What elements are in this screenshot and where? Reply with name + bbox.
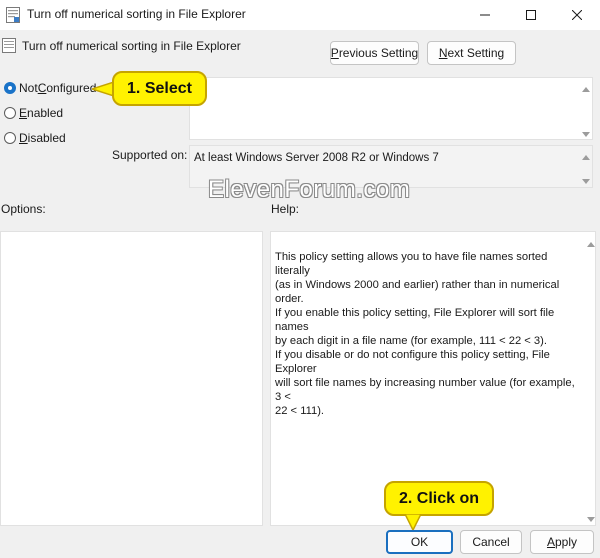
radio-not-configured[interactable]: Not Configured (4, 80, 96, 96)
apply-mnemonic: A (546, 535, 555, 549)
previous-setting-mnemonic: P (330, 46, 339, 60)
scroll-up-arrow-icon[interactable] (582, 151, 590, 163)
ok-button[interactable]: OK (386, 530, 453, 554)
maximize-button[interactable] (508, 0, 554, 30)
disabled-label: isabled (27, 131, 66, 145)
help-line: 22 < 111). (275, 405, 325, 417)
policy-setting-icon (2, 38, 16, 53)
radio-disabled[interactable]: Disabled (4, 130, 66, 146)
supported-on-label: Supported on: (112, 148, 188, 162)
help-section-label: Help: (271, 202, 300, 216)
enabled-label: nabled (27, 106, 64, 120)
minimize-icon (480, 14, 490, 16)
disabled-mnemonic: D (19, 131, 28, 145)
policy-app-icon (6, 7, 20, 23)
close-button[interactable] (554, 0, 600, 30)
help-line: If you enable this policy setting, File … (275, 307, 555, 333)
enabled-mnemonic: E (19, 106, 28, 120)
help-line: If you disable or do not configure this … (275, 349, 550, 375)
scroll-down-arrow-icon[interactable] (582, 129, 590, 141)
radio-unselected-indicator (4, 107, 16, 119)
next-setting-button[interactable]: Next Setting (427, 41, 516, 65)
radio-unselected-indicator (4, 132, 16, 144)
previous-setting-button[interactable]: Previous Setting (330, 41, 419, 65)
not-configured-label: onfigured (46, 81, 97, 95)
apply-label: pply (555, 535, 578, 549)
help-text: This policy setting allows you to have f… (275, 250, 583, 418)
next-setting-label: ext Setting (447, 46, 505, 60)
radio-selected-indicator (4, 82, 16, 94)
previous-setting-label: revious Setting (338, 46, 419, 60)
options-panel (0, 231, 263, 526)
help-line: This policy setting allows you to have f… (275, 251, 548, 277)
callout-click-on: 2. Click on (384, 481, 494, 516)
options-section-label: Options: (1, 202, 46, 216)
window-title: Turn off numerical sorting in File Explo… (27, 7, 246, 21)
callout-pointer (89, 80, 115, 99)
help-line: will sort file names by increasing numbe… (275, 377, 575, 403)
callout-select: 1. Select (112, 71, 207, 106)
radio-enabled[interactable]: Enabled (4, 105, 63, 121)
help-line: by each digit in a file name (for exampl… (275, 335, 547, 347)
apply-button[interactable]: Apply (530, 530, 594, 554)
help-line: (as in Windows 2000 and earlier) rather … (275, 279, 560, 305)
not-configured-label-pre: Not (19, 81, 38, 95)
scroll-down-arrow-icon[interactable] (582, 176, 590, 188)
maximize-icon (526, 10, 536, 20)
scroll-up-arrow-icon[interactable] (582, 83, 590, 95)
watermark: ElevenForum.com (208, 176, 411, 203)
scroll-down-arrow-icon[interactable] (587, 514, 595, 526)
cancel-label: Cancel (472, 535, 510, 549)
next-setting-mnemonic: N (438, 46, 448, 60)
cancel-button[interactable]: Cancel (460, 530, 522, 554)
setting-title: Turn off numerical sorting in File Explo… (22, 39, 241, 53)
not-configured-mnemonic: C (37, 81, 47, 95)
supported-on-value: At least Windows Server 2008 R2 or Windo… (194, 152, 439, 164)
minimize-button[interactable] (462, 0, 508, 30)
close-icon (572, 10, 582, 20)
comment-textarea[interactable] (189, 77, 593, 140)
scroll-up-arrow-icon[interactable] (587, 238, 595, 250)
callout-pointer (403, 513, 423, 533)
